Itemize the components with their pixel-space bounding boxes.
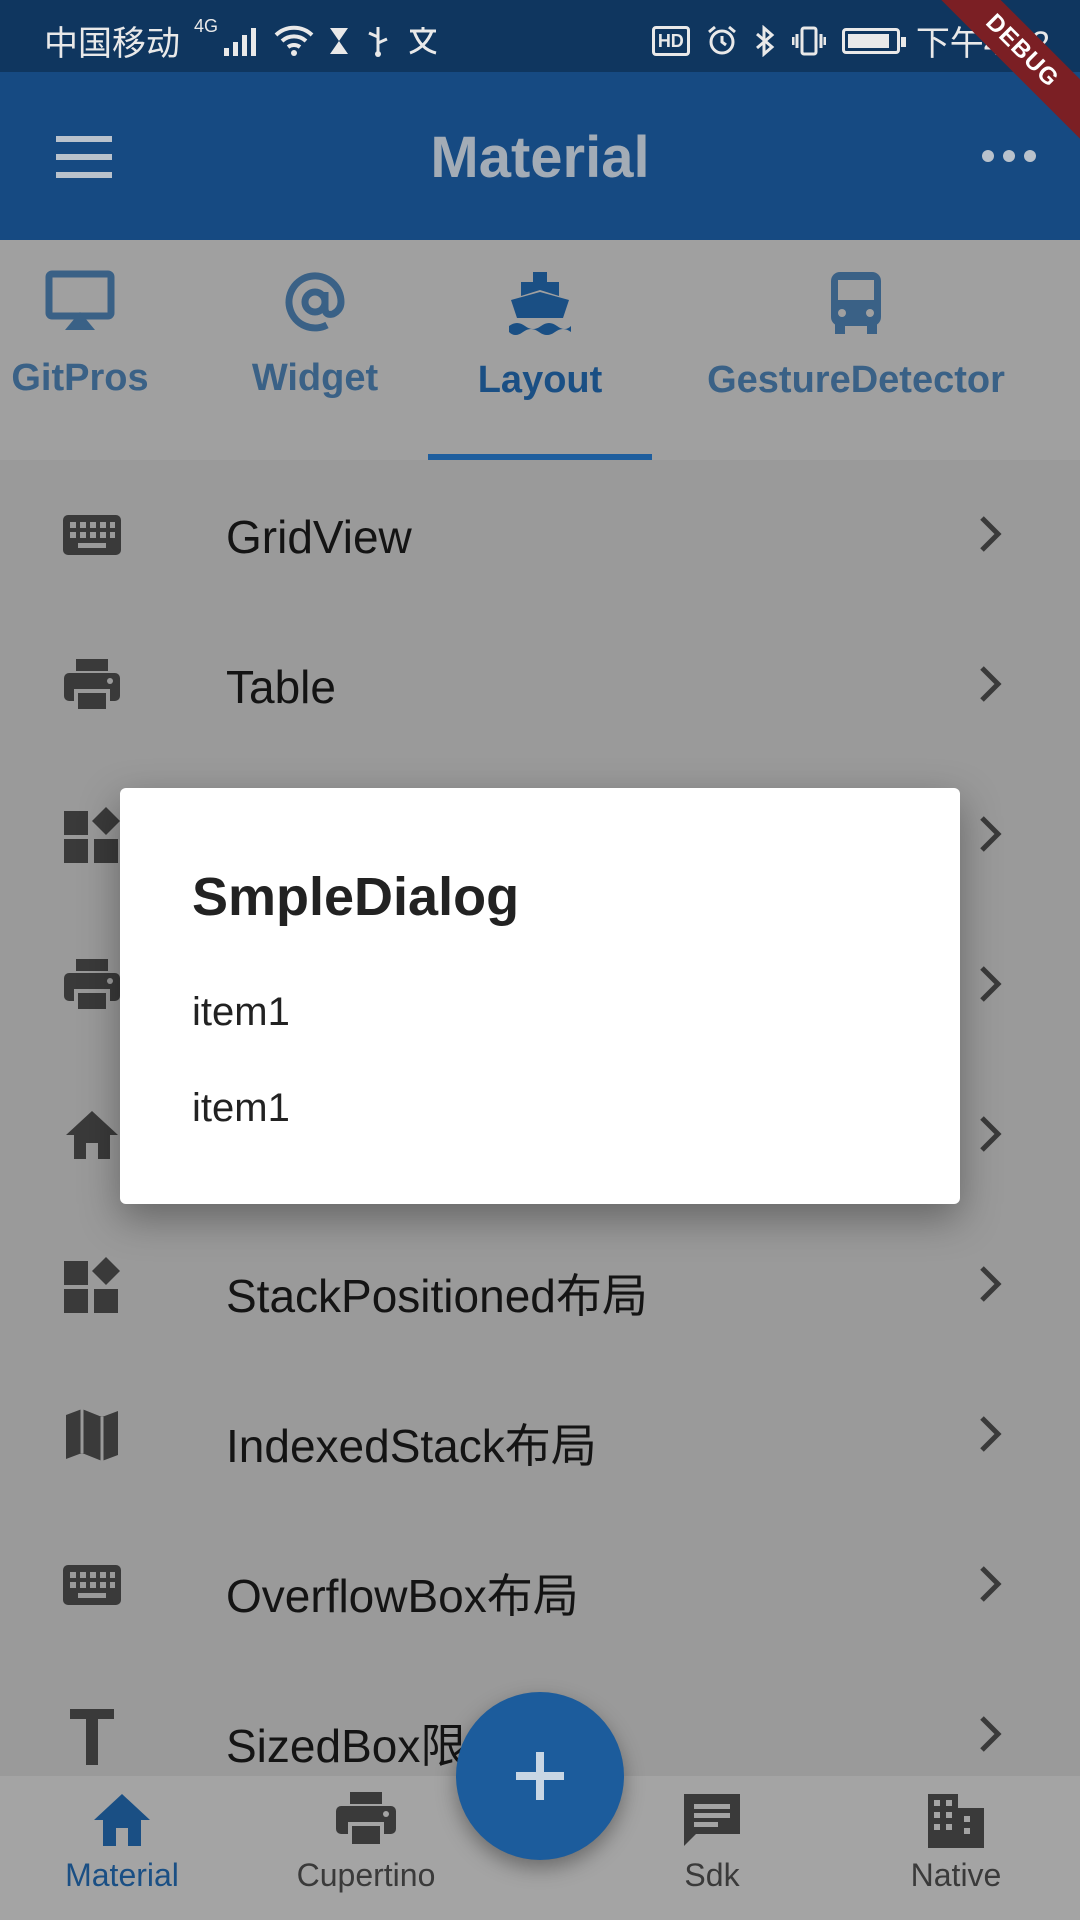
nav-label: Sdk xyxy=(684,1857,740,1893)
more-horiz-icon[interactable] xyxy=(982,150,1036,162)
tab-gesturedetector[interactable]: GestureDetector xyxy=(696,270,1016,402)
nav-cupertino[interactable]: Cupertino xyxy=(266,1790,466,1894)
dialog-title: SmpleDialog xyxy=(192,867,520,927)
print-icon xyxy=(266,1790,466,1855)
tab-label: Widget xyxy=(251,357,379,399)
list-item-label: Table xyxy=(226,661,336,713)
alarm-icon xyxy=(706,25,738,57)
nav-label: Cupertino xyxy=(296,1857,436,1893)
text-icon xyxy=(62,1705,122,1765)
hd-badge: HD xyxy=(651,25,690,56)
simple-dialog: SmpleDialog item1 item1 xyxy=(120,788,960,1204)
add-icon xyxy=(516,1752,564,1800)
list-item-table[interactable]: Table xyxy=(0,610,1080,760)
list-item-label: StackPositioned布局 xyxy=(226,1270,648,1322)
nav-label: Material xyxy=(65,1857,179,1893)
chevron-right-icon xyxy=(970,512,1010,556)
list-item-stackpositioned[interactable]: StackPositioned布局 xyxy=(0,1210,1080,1360)
chevron-right-icon xyxy=(970,1712,1010,1756)
signal-icon xyxy=(224,26,260,56)
dialog-option[interactable]: item1 xyxy=(192,1086,290,1131)
tab-layout[interactable]: Layout xyxy=(440,270,640,402)
list-item-indexedstack[interactable]: IndexedStack布局 xyxy=(0,1360,1080,1510)
bus-icon xyxy=(696,270,1016,341)
business-icon xyxy=(856,1790,1056,1855)
chevron-right-icon xyxy=(970,812,1010,856)
usb-icon xyxy=(364,25,392,57)
ship-icon xyxy=(440,270,640,341)
message-icon xyxy=(612,1790,812,1855)
tab-label: Layout xyxy=(477,359,603,401)
chevron-right-icon xyxy=(970,1412,1010,1456)
wifi-icon xyxy=(274,25,314,57)
keyboard-icon xyxy=(62,505,122,565)
nav-material[interactable]: Material xyxy=(22,1790,222,1894)
bluetooth-icon xyxy=(754,24,776,57)
chevron-right-icon xyxy=(970,1112,1010,1156)
tab-widget[interactable]: Widget xyxy=(230,270,400,400)
app-bar: Material xyxy=(0,72,1080,240)
vibrate-icon xyxy=(791,25,826,57)
at-sign-icon xyxy=(230,270,400,339)
home-icon xyxy=(22,1790,222,1855)
nav-sdk[interactable]: Sdk xyxy=(612,1790,812,1894)
list-item-label: IndexedStack布局 xyxy=(226,1420,597,1472)
nav-native[interactable]: Native xyxy=(856,1790,1056,1894)
tab-bar: GitPros Widget Layout GestureDetector xyxy=(0,240,1080,460)
tab-label: GitPros xyxy=(11,357,149,399)
airplay-icon xyxy=(0,270,160,339)
list-item-label: OverflowBox布局 xyxy=(226,1570,579,1622)
list-item-label: GridView xyxy=(226,511,412,563)
map-icon xyxy=(62,1405,122,1465)
add-fab-button[interactable] xyxy=(456,1692,624,1860)
list-item-overflowbox[interactable]: OverflowBox布局 xyxy=(0,1510,1080,1660)
dialog-option[interactable]: item1 xyxy=(192,990,290,1035)
translate-icon xyxy=(406,25,440,57)
widgets-icon xyxy=(62,1255,122,1315)
chevron-right-icon xyxy=(970,962,1010,1006)
chevron-right-icon xyxy=(970,1562,1010,1606)
carrier-label: 中国移动 xyxy=(44,25,180,63)
list-item-gridview[interactable]: GridView xyxy=(0,460,1080,610)
list-item-label: SizedBox限 xyxy=(226,1720,467,1772)
app-title: Material xyxy=(430,125,650,190)
home-icon xyxy=(62,1105,122,1165)
print-icon xyxy=(62,955,122,1015)
battery-icon xyxy=(841,27,906,54)
print-icon xyxy=(62,655,122,715)
chevron-right-icon xyxy=(970,662,1010,706)
chevron-right-icon xyxy=(970,1262,1010,1306)
hourglass-icon xyxy=(328,26,350,56)
tab-label: GestureDetector xyxy=(707,359,1005,401)
network-type: 4G xyxy=(194,16,219,36)
keyboard-icon xyxy=(62,1555,122,1615)
status-bar: 中国移动 4G HD 下午4:02 xyxy=(0,0,1080,72)
nav-label: Native xyxy=(910,1857,1002,1893)
widgets-icon xyxy=(62,805,122,865)
tab-gitpros[interactable]: GitPros xyxy=(0,270,160,400)
